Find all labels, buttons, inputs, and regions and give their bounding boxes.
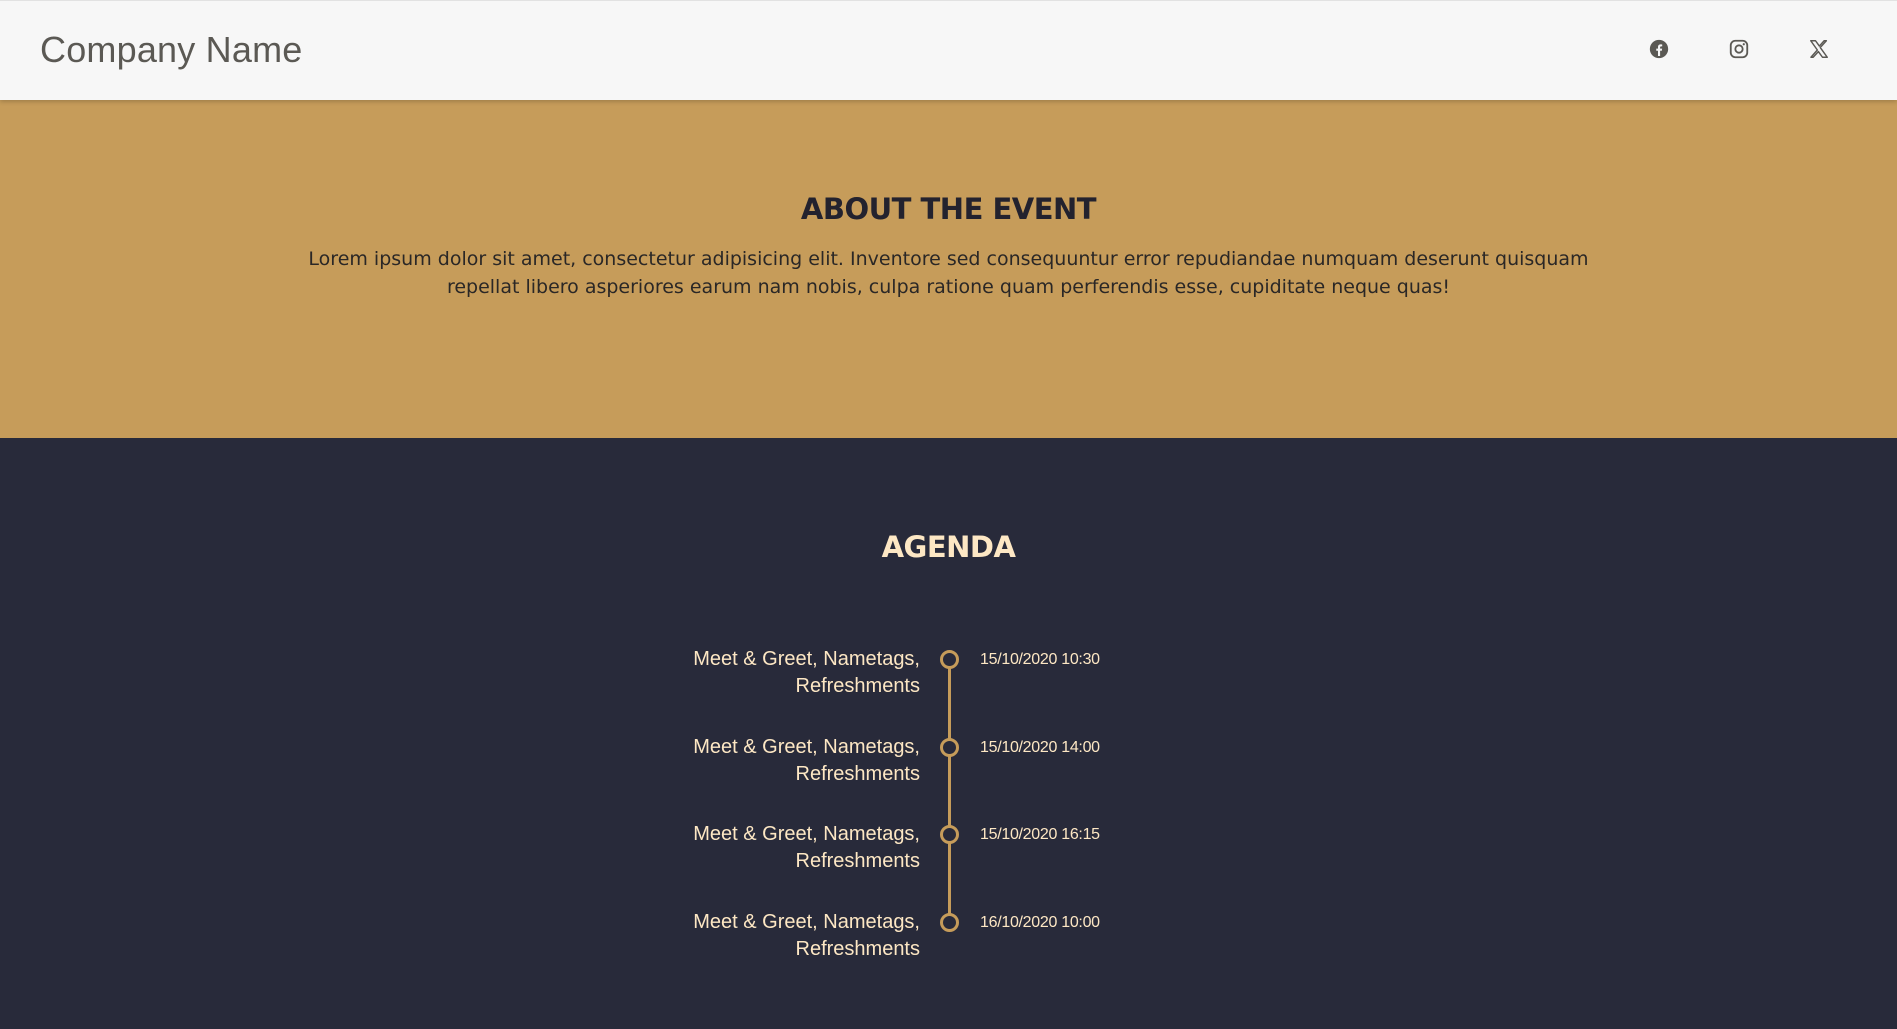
agenda-item-time: 16/10/2020 10:00 xyxy=(980,914,1100,931)
agenda-item: Meet & Greet, Nametags, Refreshments 16/… xyxy=(0,909,1897,969)
agenda-item-time: 15/10/2020 16:15 xyxy=(980,826,1100,843)
facebook-link[interactable] xyxy=(1644,34,1674,64)
agenda-item-label: Meet & Greet, Nametags, Refreshments xyxy=(693,911,920,960)
about-description: Lorem ipsum dolor sit amet, consectetur … xyxy=(308,248,1589,298)
timeline-dot xyxy=(940,913,959,932)
agenda-section: AGENDA Meet & Greet, Nametags, Refreshme… xyxy=(0,438,1897,1029)
agenda-item-time: 15/10/2020 10:30 xyxy=(980,651,1100,668)
timeline-dot xyxy=(940,738,959,757)
x-link[interactable] xyxy=(1804,34,1834,64)
instagram-icon xyxy=(1728,38,1750,60)
timeline-dot xyxy=(940,825,959,844)
agenda-item-label: Meet & Greet, Nametags, Refreshments xyxy=(693,736,920,785)
agenda-item-label: Meet & Greet, Nametags, Refreshments xyxy=(693,648,920,697)
instagram-link[interactable] xyxy=(1724,34,1754,64)
x-icon xyxy=(1808,38,1830,60)
agenda-item: Meet & Greet, Nametags, Refreshments 15/… xyxy=(0,821,1897,881)
brand-name[interactable]: Company Name xyxy=(40,28,303,72)
about-title: ABOUT THE EVENT xyxy=(800,192,1097,226)
agenda-item: Meet & Greet, Nametags, Refreshments 15/… xyxy=(0,646,1897,706)
site-header: Company Name xyxy=(0,0,1897,100)
facebook-icon xyxy=(1648,38,1670,60)
about-section: ABOUT THE EVENT Lorem ipsum dolor sit am… xyxy=(0,100,1897,438)
agenda-item: Meet & Greet, Nametags, Refreshments 15/… xyxy=(0,734,1897,794)
agenda-item-label: Meet & Greet, Nametags, Refreshments xyxy=(693,823,920,872)
agenda-item-time: 15/10/2020 14:00 xyxy=(980,739,1100,756)
agenda-title: AGENDA xyxy=(881,530,1016,564)
timeline-dot xyxy=(940,650,959,669)
